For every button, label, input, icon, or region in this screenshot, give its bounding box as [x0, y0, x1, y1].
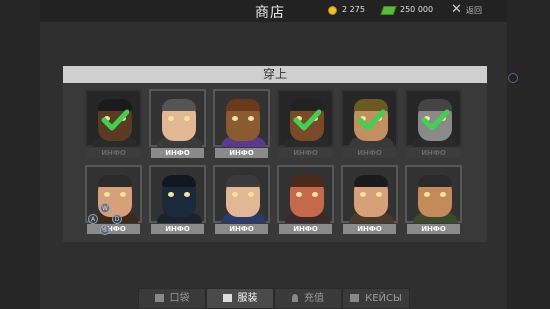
bottom-tabs: 口袋 服装 充值 КЕЙСЫ	[138, 288, 410, 309]
character-hair	[418, 175, 452, 187]
key-w[interactable]: W	[100, 203, 110, 213]
shirt-icon	[222, 294, 232, 302]
coin-balance: 2 275	[342, 5, 365, 14]
character-eye	[248, 116, 254, 121]
character-card[interactable]: ИНФО	[149, 89, 206, 160]
character-card[interactable]: ИНФО	[213, 89, 270, 160]
character-eye	[296, 192, 302, 197]
info-button[interactable]: ИНФО	[279, 224, 332, 234]
character-eye	[440, 192, 446, 197]
case-icon	[350, 294, 360, 302]
gem-icon	[292, 294, 298, 302]
key-a[interactable]: A	[88, 214, 98, 224]
tab-label: 充值	[304, 293, 324, 304]
character-portrait[interactable]	[341, 165, 398, 223]
section-title: 穿上	[262, 67, 287, 81]
character-eye	[184, 192, 190, 197]
character-hair	[162, 99, 196, 111]
tab-clothing[interactable]: 服装	[206, 288, 274, 309]
info-button[interactable]: ИНФО	[343, 224, 396, 234]
info-button[interactable]: ИНФО	[87, 148, 140, 158]
info-button[interactable]: ИНФО	[215, 148, 268, 158]
character-card[interactable]: ИНФО	[213, 165, 270, 236]
tab-recharge[interactable]: 充值	[274, 288, 342, 309]
character-eye	[232, 192, 238, 197]
info-button[interactable]: ИНФО	[407, 148, 460, 158]
coin-icon	[328, 6, 337, 15]
info-button[interactable]: ИНФО	[151, 148, 204, 158]
character-portrait[interactable]	[149, 89, 206, 147]
info-button[interactable]: ИНФО	[279, 148, 332, 158]
tab-label: 服装	[237, 293, 258, 304]
character-portrait[interactable]	[277, 89, 334, 147]
info-button[interactable]: ИНФО	[215, 224, 268, 234]
character-eye	[424, 192, 430, 197]
pocket-icon	[154, 294, 164, 302]
wasd-overlay: W A S D	[84, 203, 128, 239]
character-eye	[232, 116, 238, 121]
character-hair	[226, 175, 260, 187]
character-card[interactable]: ИНФО	[341, 89, 398, 160]
check-icon	[421, 109, 449, 131]
character-portrait[interactable]	[149, 165, 206, 223]
character-portrait[interactable]	[277, 165, 334, 223]
section-header: 穿上	[63, 66, 487, 83]
character-card[interactable]: ИНФО	[341, 165, 398, 236]
check-icon	[293, 109, 321, 131]
character-hair	[290, 175, 324, 187]
character-portrait[interactable]	[213, 89, 270, 147]
tab-label: КЕЙСЫ	[365, 293, 402, 304]
tab-label: 口袋	[169, 293, 190, 304]
page-title: 商店	[255, 5, 285, 21]
character-card[interactable]: ИНФО	[85, 89, 142, 160]
character-eye	[168, 192, 174, 197]
check-icon	[357, 109, 385, 131]
character-eye	[312, 192, 318, 197]
close-icon[interactable]: ✕	[451, 2, 462, 18]
character-eye	[120, 192, 126, 197]
character-eye	[360, 192, 366, 197]
character-portrait[interactable]	[405, 89, 462, 147]
key-d[interactable]: D	[112, 214, 122, 224]
character-eye	[184, 116, 190, 121]
tab-pocket[interactable]: 口袋	[138, 288, 206, 309]
check-icon	[101, 109, 129, 131]
character-eye	[376, 192, 382, 197]
character-hair	[226, 99, 260, 111]
info-button[interactable]: ИНФО	[343, 148, 396, 158]
character-portrait[interactable]	[405, 165, 462, 223]
back-button[interactable]: 返回	[466, 5, 482, 16]
tab-cases[interactable]: КЕЙСЫ	[342, 288, 410, 309]
character-card[interactable]: ИНФО	[277, 165, 334, 236]
key-s[interactable]: S	[100, 225, 110, 235]
character-portrait[interactable]	[85, 89, 142, 147]
character-hair	[98, 175, 132, 187]
character-eye	[104, 192, 110, 197]
character-eye	[168, 116, 174, 121]
character-eye	[248, 192, 254, 197]
character-hair	[354, 175, 388, 187]
info-button[interactable]: ИНФО	[151, 224, 204, 234]
character-card[interactable]: ИНФО	[405, 165, 462, 236]
character-portrait[interactable]	[341, 89, 398, 147]
info-button[interactable]: ИНФО	[407, 224, 460, 234]
character-portrait[interactable]	[213, 165, 270, 223]
cash-balance: 250 000	[400, 5, 434, 14]
character-card[interactable]: ИНФО	[149, 165, 206, 236]
character-hair	[162, 175, 196, 187]
character-card[interactable]: ИНФО	[277, 89, 334, 160]
character-card[interactable]: ИНФО	[405, 89, 462, 160]
side-circle-button[interactable]	[508, 73, 518, 83]
